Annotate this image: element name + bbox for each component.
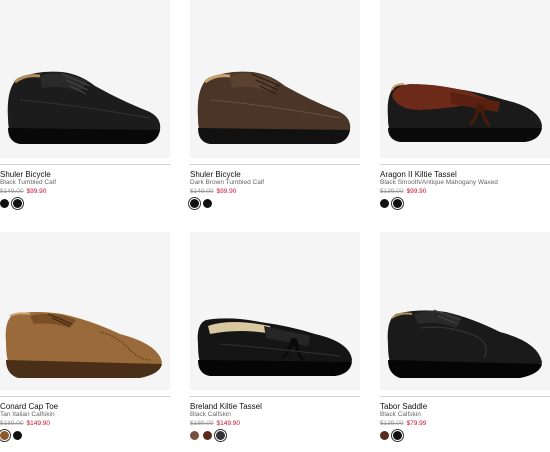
product-prices: $149.00 $99.90 [0, 187, 170, 196]
sale-price: $99.90 [216, 188, 237, 195]
sale-price: $99.90 [26, 188, 47, 195]
shoe-image-saddle-black [387, 309, 542, 378]
shoe-image-captoe-tan [5, 312, 162, 378]
product-color: Black Calfskin [190, 411, 231, 418]
color-swatches [380, 429, 550, 442]
product-image[interactable] [0, 0, 170, 158]
color-swatches [0, 197, 170, 210]
color-swatches [190, 429, 360, 442]
product-card[interactable]: Tabor Saddle Black Calfskin $139.00 $79.9… [380, 232, 550, 442]
sale-price: $149.90 [26, 420, 51, 427]
sale-price: $149.90 [216, 420, 241, 427]
shoe-image-derby-brown [197, 71, 351, 144]
product-color: Black Tumbled Calf [0, 179, 56, 186]
product-image[interactable] [190, 232, 360, 390]
product-name[interactable]: Aragon II Kiltie Tassel [380, 170, 550, 179]
sale-price: $79.99 [406, 420, 427, 427]
shoe-image-derby-black [7, 71, 161, 144]
color-swatch[interactable] [0, 429, 11, 442]
product-name[interactable]: Shuler Bicycle [190, 170, 360, 179]
original-price: $149.00 [190, 188, 214, 195]
product-color: Tan Italian Calfskin [0, 411, 55, 418]
color-swatch[interactable] [214, 429, 227, 442]
product-name[interactable]: Shuler Bicycle [0, 170, 170, 179]
product-prices: $149.00 $99.90 [190, 187, 360, 196]
color-swatches [380, 197, 550, 210]
product-image[interactable] [0, 232, 170, 390]
product-color: Dark Brown Tumbled Calf [190, 179, 265, 186]
color-swatch[interactable] [188, 197, 201, 210]
original-price: $189.00 [190, 420, 214, 427]
color-swatch[interactable] [203, 199, 212, 208]
color-swatch[interactable] [380, 199, 389, 208]
color-swatch[interactable] [391, 197, 404, 210]
color-swatch[interactable] [391, 429, 404, 442]
divider [380, 164, 550, 165]
shoe-image-kiltie-two-tone [387, 83, 542, 142]
product-prices: $139.00 $79.99 [380, 419, 550, 428]
color-swatch[interactable] [0, 199, 9, 208]
divider [190, 164, 360, 165]
product-prices: $189.00 $149.90 [190, 419, 360, 428]
product-name[interactable]: Conard Cap Toe [0, 402, 170, 411]
product-prices: $189.00 $149.90 [0, 419, 170, 428]
product-name[interactable]: Tabor Saddle [380, 402, 550, 411]
divider [190, 396, 360, 397]
shoe-image-kiltie-black [197, 318, 352, 376]
divider [380, 396, 550, 397]
original-price: $149.00 [0, 188, 24, 195]
product-grid: Shuler Bicycle Black Tumbled Calf $149.0… [0, 0, 550, 452]
color-swatches [0, 429, 170, 442]
color-swatch[interactable] [13, 431, 22, 440]
original-price: $139.00 [380, 188, 404, 195]
divider [0, 164, 170, 165]
product-card[interactable]: Conard Cap Toe Tan Italian Calfskin $189… [0, 232, 170, 442]
product-image[interactable] [380, 232, 550, 390]
product-name[interactable]: Breland Kiltie Tassel [190, 402, 360, 411]
color-swatches [188, 197, 360, 210]
product-card[interactable]: Shuler Bicycle Dark Brown Tumbled Calf $… [188, 0, 360, 210]
product-image[interactable] [380, 0, 550, 158]
product-image[interactable] [190, 0, 360, 158]
divider [0, 396, 170, 397]
original-price: $139.00 [380, 420, 404, 427]
product-card[interactable]: Breland Kiltie Tassel Black Calfskin $18… [190, 232, 360, 442]
product-card[interactable]: Aragon II Kiltie Tassel Black Smooth/Ant… [380, 0, 550, 210]
original-price: $189.00 [0, 420, 24, 427]
product-color: Black Calfskin [380, 411, 421, 418]
color-swatch[interactable] [11, 197, 24, 210]
color-swatch[interactable] [190, 431, 199, 440]
product-color: Black Smooth/Antique Mahogany Waxed [380, 179, 498, 186]
color-swatch[interactable] [203, 431, 212, 440]
product-card[interactable]: Shuler Bicycle Black Tumbled Calf $149.0… [0, 0, 170, 210]
sale-price: $99.90 [406, 188, 427, 195]
product-prices: $139.00 $99.90 [380, 187, 550, 196]
color-swatch[interactable] [380, 431, 389, 440]
